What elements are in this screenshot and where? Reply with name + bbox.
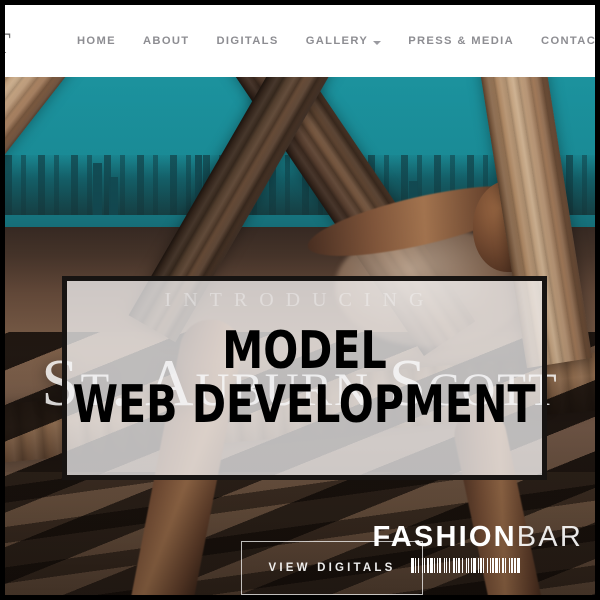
hero-title-line-2: WEB DEVELOPMENT	[73, 375, 536, 435]
fashionbar-watermark: FASHIONBAR	[372, 523, 583, 573]
chevron-down-icon	[373, 40, 382, 45]
site-header: TT HOME ABOUT DIGITALS GALLERY PRESS & M…	[5, 5, 595, 77]
fashionbar-bold-text: FASHION	[372, 521, 517, 553]
fashionbar-light-text: BAR	[516, 521, 583, 553]
nav-item-label: ABOUT	[142, 35, 190, 47]
website-page: TT HOME ABOUT DIGITALS GALLERY PRESS & M…	[5, 5, 595, 595]
nav-item-label: GALLERY	[305, 35, 369, 47]
nav-item-digitals[interactable]: DIGITALS	[216, 35, 279, 47]
nav-item-label: DIGITALS	[216, 35, 279, 47]
fashionbar-wordmark: FASHIONBAR	[372, 523, 583, 552]
nav-item-label: PRESS & MEDIA	[408, 35, 515, 47]
hero-title-card: MODEL WEB DEVELOPMENT	[62, 276, 547, 480]
hero-title-line-1: MODEL	[222, 320, 387, 381]
nav-item-press-media[interactable]: PRESS & MEDIA	[408, 35, 515, 47]
nav-item-about[interactable]: ABOUT	[142, 35, 190, 47]
nav-item-contact[interactable]: CONTACT	[541, 35, 595, 47]
primary-navigation: HOME ABOUT DIGITALS GALLERY PRESS & MEDI…	[77, 35, 595, 47]
screenshot-frame: TT HOME ABOUT DIGITALS GALLERY PRESS & M…	[0, 0, 600, 600]
hero-section: INTRODUCING St. Auburn Scott MODEL WEB D…	[5, 77, 595, 595]
barcode-icon	[411, 558, 583, 573]
site-logo[interactable]: TT	[5, 27, 12, 61]
nav-item-gallery[interactable]: GALLERY	[305, 35, 382, 47]
nav-item-label: HOME	[77, 35, 116, 47]
nav-item-label: CONTACT	[541, 35, 595, 47]
nav-item-home[interactable]: HOME	[77, 35, 116, 47]
